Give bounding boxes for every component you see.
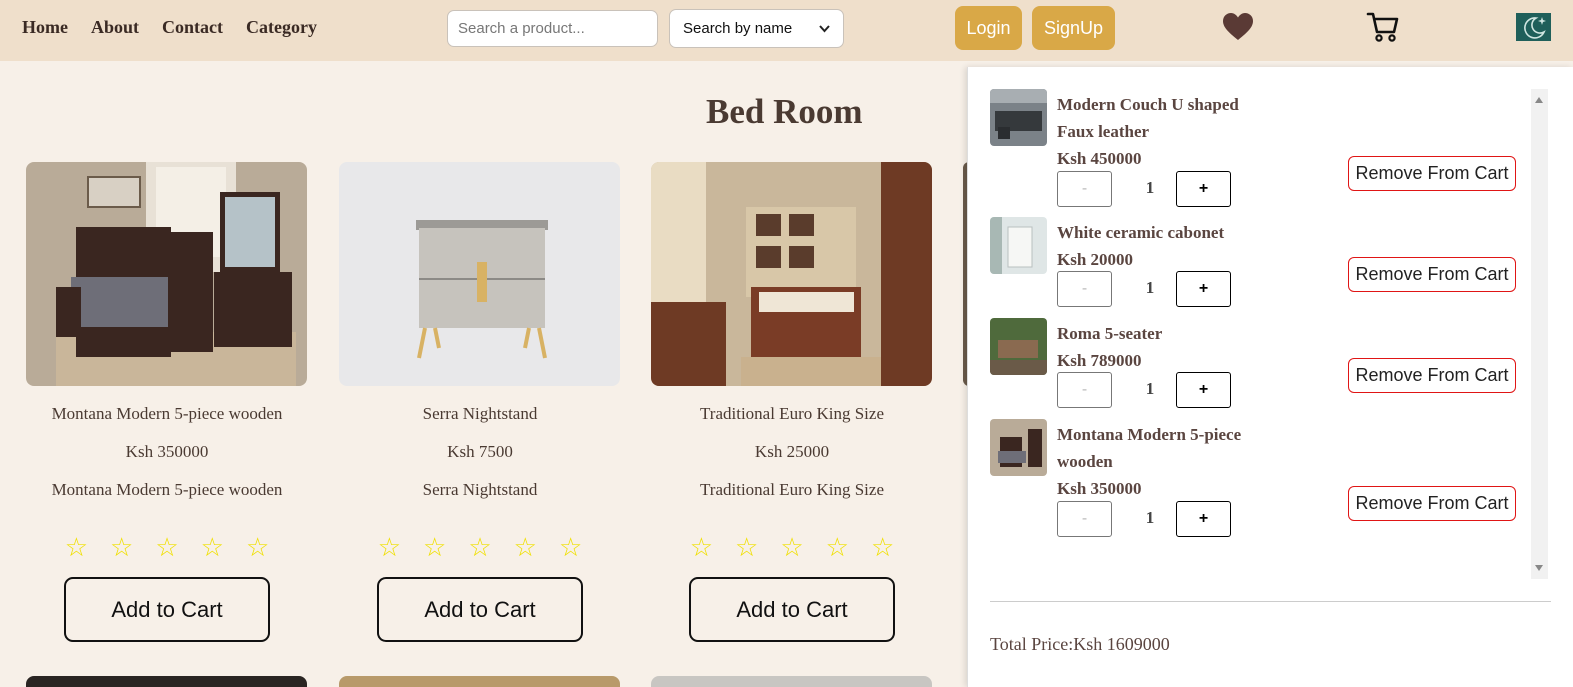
product-price: Ksh 25000 <box>754 442 830 461</box>
cart-item-title: White ceramic cabonet Ksh 20000 <box>1057 219 1242 273</box>
product-description: Serra Nightstand <box>422 480 538 499</box>
product-image[interactable] <box>26 162 307 386</box>
main-nav: Home About Contact Category <box>22 17 317 38</box>
cart-item: Montana Modern 5-piece wooden Ksh 350000… <box>990 419 1528 544</box>
quantity-value: 1 <box>1145 379 1155 398</box>
nav-about-link[interactable]: About <box>91 17 139 38</box>
nav-home-link[interactable]: Home <box>22 17 68 38</box>
cart-sidebar: Modern Couch U shaped Faux leather Ksh 4… <box>967 67 1573 687</box>
product-name: Montana Modern 5-piece wooden <box>51 404 283 423</box>
search-mode-select[interactable]: Search by name <box>669 9 844 48</box>
cart-icon[interactable] <box>1366 11 1400 43</box>
cart-item-price: Ksh 789000 <box>1057 351 1142 370</box>
product-name: Traditional Euro King Size <box>700 404 884 423</box>
cart-item: Modern Couch U shaped Faux leather Ksh 4… <box>990 89 1528 214</box>
product-image <box>339 676 620 687</box>
cart-item: Roma 5-seater Ksh 789000 - 1 + Remove Fr… <box>990 318 1528 416</box>
increase-quantity-button[interactable]: + <box>1176 271 1231 307</box>
cart-divider <box>990 601 1551 602</box>
login-button[interactable]: Login <box>955 6 1022 50</box>
star-rating[interactable]: ☆ ☆ ☆ ☆ ☆ <box>26 533 308 563</box>
chevron-down-icon <box>819 24 830 32</box>
remove-from-cart-button[interactable]: Remove From Cart <box>1348 486 1516 521</box>
add-to-cart-button[interactable]: Add to Cart <box>64 577 270 642</box>
star-rating[interactable]: ☆ ☆ ☆ ☆ ☆ <box>339 533 621 563</box>
cart-item-thumbnail <box>990 217 1047 274</box>
product-description: Montana Modern 5-piece wooden <box>51 480 283 499</box>
product-image <box>651 676 932 687</box>
cart-item-price: Ksh 20000 <box>1057 250 1134 269</box>
star-rating[interactable]: ☆ ☆ ☆ ☆ ☆ <box>651 533 933 563</box>
cart-item-name: Montana Modern 5-piece wooden <box>1057 425 1242 471</box>
product-card: Traditional Euro King Size Ksh 25000 Tra… <box>651 162 933 642</box>
theme-toggle[interactable] <box>1516 13 1551 41</box>
star-icon[interactable]: ☆ <box>65 533 88 563</box>
cart-item-thumbnail <box>990 419 1047 476</box>
add-to-cart-button[interactable]: Add to Cart <box>377 577 583 642</box>
top-navbar: Home About Contact Category Search by na… <box>0 0 1573 61</box>
increase-quantity-button[interactable]: + <box>1176 501 1231 537</box>
increase-quantity-button[interactable]: + <box>1176 372 1231 408</box>
cart-item-title: Montana Modern 5-piece wooden Ksh 350000 <box>1057 421 1242 502</box>
cart-item-title: Modern Couch U shaped Faux leather Ksh 4… <box>1057 91 1242 172</box>
star-icon[interactable]: ☆ <box>378 533 401 563</box>
scroll-up-icon[interactable] <box>1535 97 1543 103</box>
heart-icon[interactable] <box>1222 12 1254 42</box>
cart-total-price: Total Price:Ksh 1609000 <box>990 634 1170 654</box>
cart-item-name: Roma 5-seater <box>1057 324 1163 343</box>
cart-item-name: White ceramic cabonet <box>1057 223 1225 242</box>
product-description: Traditional Euro King Size <box>700 480 884 499</box>
remove-from-cart-button[interactable]: Remove From Cart <box>1348 257 1516 292</box>
signup-button[interactable]: SignUp <box>1032 6 1115 50</box>
star-icon[interactable]: ☆ <box>423 533 446 563</box>
star-icon[interactable]: ☆ <box>735 533 758 563</box>
star-icon[interactable]: ☆ <box>246 533 269 563</box>
product-price: Ksh 350000 <box>125 442 209 461</box>
remove-from-cart-button[interactable]: Remove From Cart <box>1348 358 1516 393</box>
cart-item-name: Modern Couch U shaped Faux leather <box>1057 95 1239 141</box>
cart-item-thumbnail <box>990 89 1047 146</box>
quantity-value: 1 <box>1145 178 1155 197</box>
cart-item-title: Roma 5-seater Ksh 789000 <box>1057 320 1242 374</box>
search-mode-selected: Search by name <box>683 20 793 37</box>
product-image[interactable] <box>651 162 932 386</box>
product-image <box>26 676 307 687</box>
quantity-value: 1 <box>1145 508 1155 527</box>
star-icon[interactable]: ☆ <box>826 533 849 563</box>
star-icon[interactable]: ☆ <box>780 533 803 563</box>
moon-icon <box>1524 17 1546 39</box>
star-icon[interactable]: ☆ <box>110 533 133 563</box>
star-icon[interactable]: ☆ <box>468 533 491 563</box>
decrease-quantity-button[interactable]: - <box>1057 501 1112 537</box>
search-input[interactable] <box>447 10 658 47</box>
star-icon[interactable]: ☆ <box>871 533 894 563</box>
product-card: Montana Modern 5-piece wooden Ksh 350000… <box>26 162 308 642</box>
decrease-quantity-button[interactable]: - <box>1057 372 1112 408</box>
cart-item-price: Ksh 450000 <box>1057 149 1142 168</box>
decrease-quantity-button[interactable]: - <box>1057 171 1112 207</box>
cart-scrollbar[interactable] <box>1531 89 1548 579</box>
cart-item-thumbnail <box>990 318 1047 375</box>
cart-item-price: Ksh 350000 <box>1057 479 1142 498</box>
product-image[interactable] <box>339 162 620 386</box>
cart-items-list: Modern Couch U shaped Faux leather Ksh 4… <box>990 89 1528 579</box>
scroll-down-icon[interactable] <box>1535 565 1543 571</box>
star-icon[interactable]: ☆ <box>514 533 537 563</box>
cart-item: White ceramic cabonet Ksh 20000 - 1 + Re… <box>990 217 1528 315</box>
section-title: Bed Room <box>706 92 863 131</box>
star-icon[interactable]: ☆ <box>201 533 224 563</box>
product-name: Serra Nightstand <box>422 404 538 423</box>
quantity-value: 1 <box>1145 278 1155 297</box>
add-to-cart-button[interactable]: Add to Cart <box>689 577 895 642</box>
increase-quantity-button[interactable]: + <box>1176 171 1231 207</box>
product-price: Ksh 7500 <box>447 442 513 461</box>
star-icon[interactable]: ☆ <box>155 533 178 563</box>
nav-contact-link[interactable]: Contact <box>162 17 223 38</box>
star-icon[interactable]: ☆ <box>690 533 713 563</box>
remove-from-cart-button[interactable]: Remove From Cart <box>1348 156 1516 191</box>
nav-category-link[interactable]: Category <box>246 17 317 38</box>
decrease-quantity-button[interactable]: - <box>1057 271 1112 307</box>
star-icon[interactable]: ☆ <box>559 533 582 563</box>
product-card: Serra Nightstand Ksh 7500 Serra Nightsta… <box>339 162 621 642</box>
